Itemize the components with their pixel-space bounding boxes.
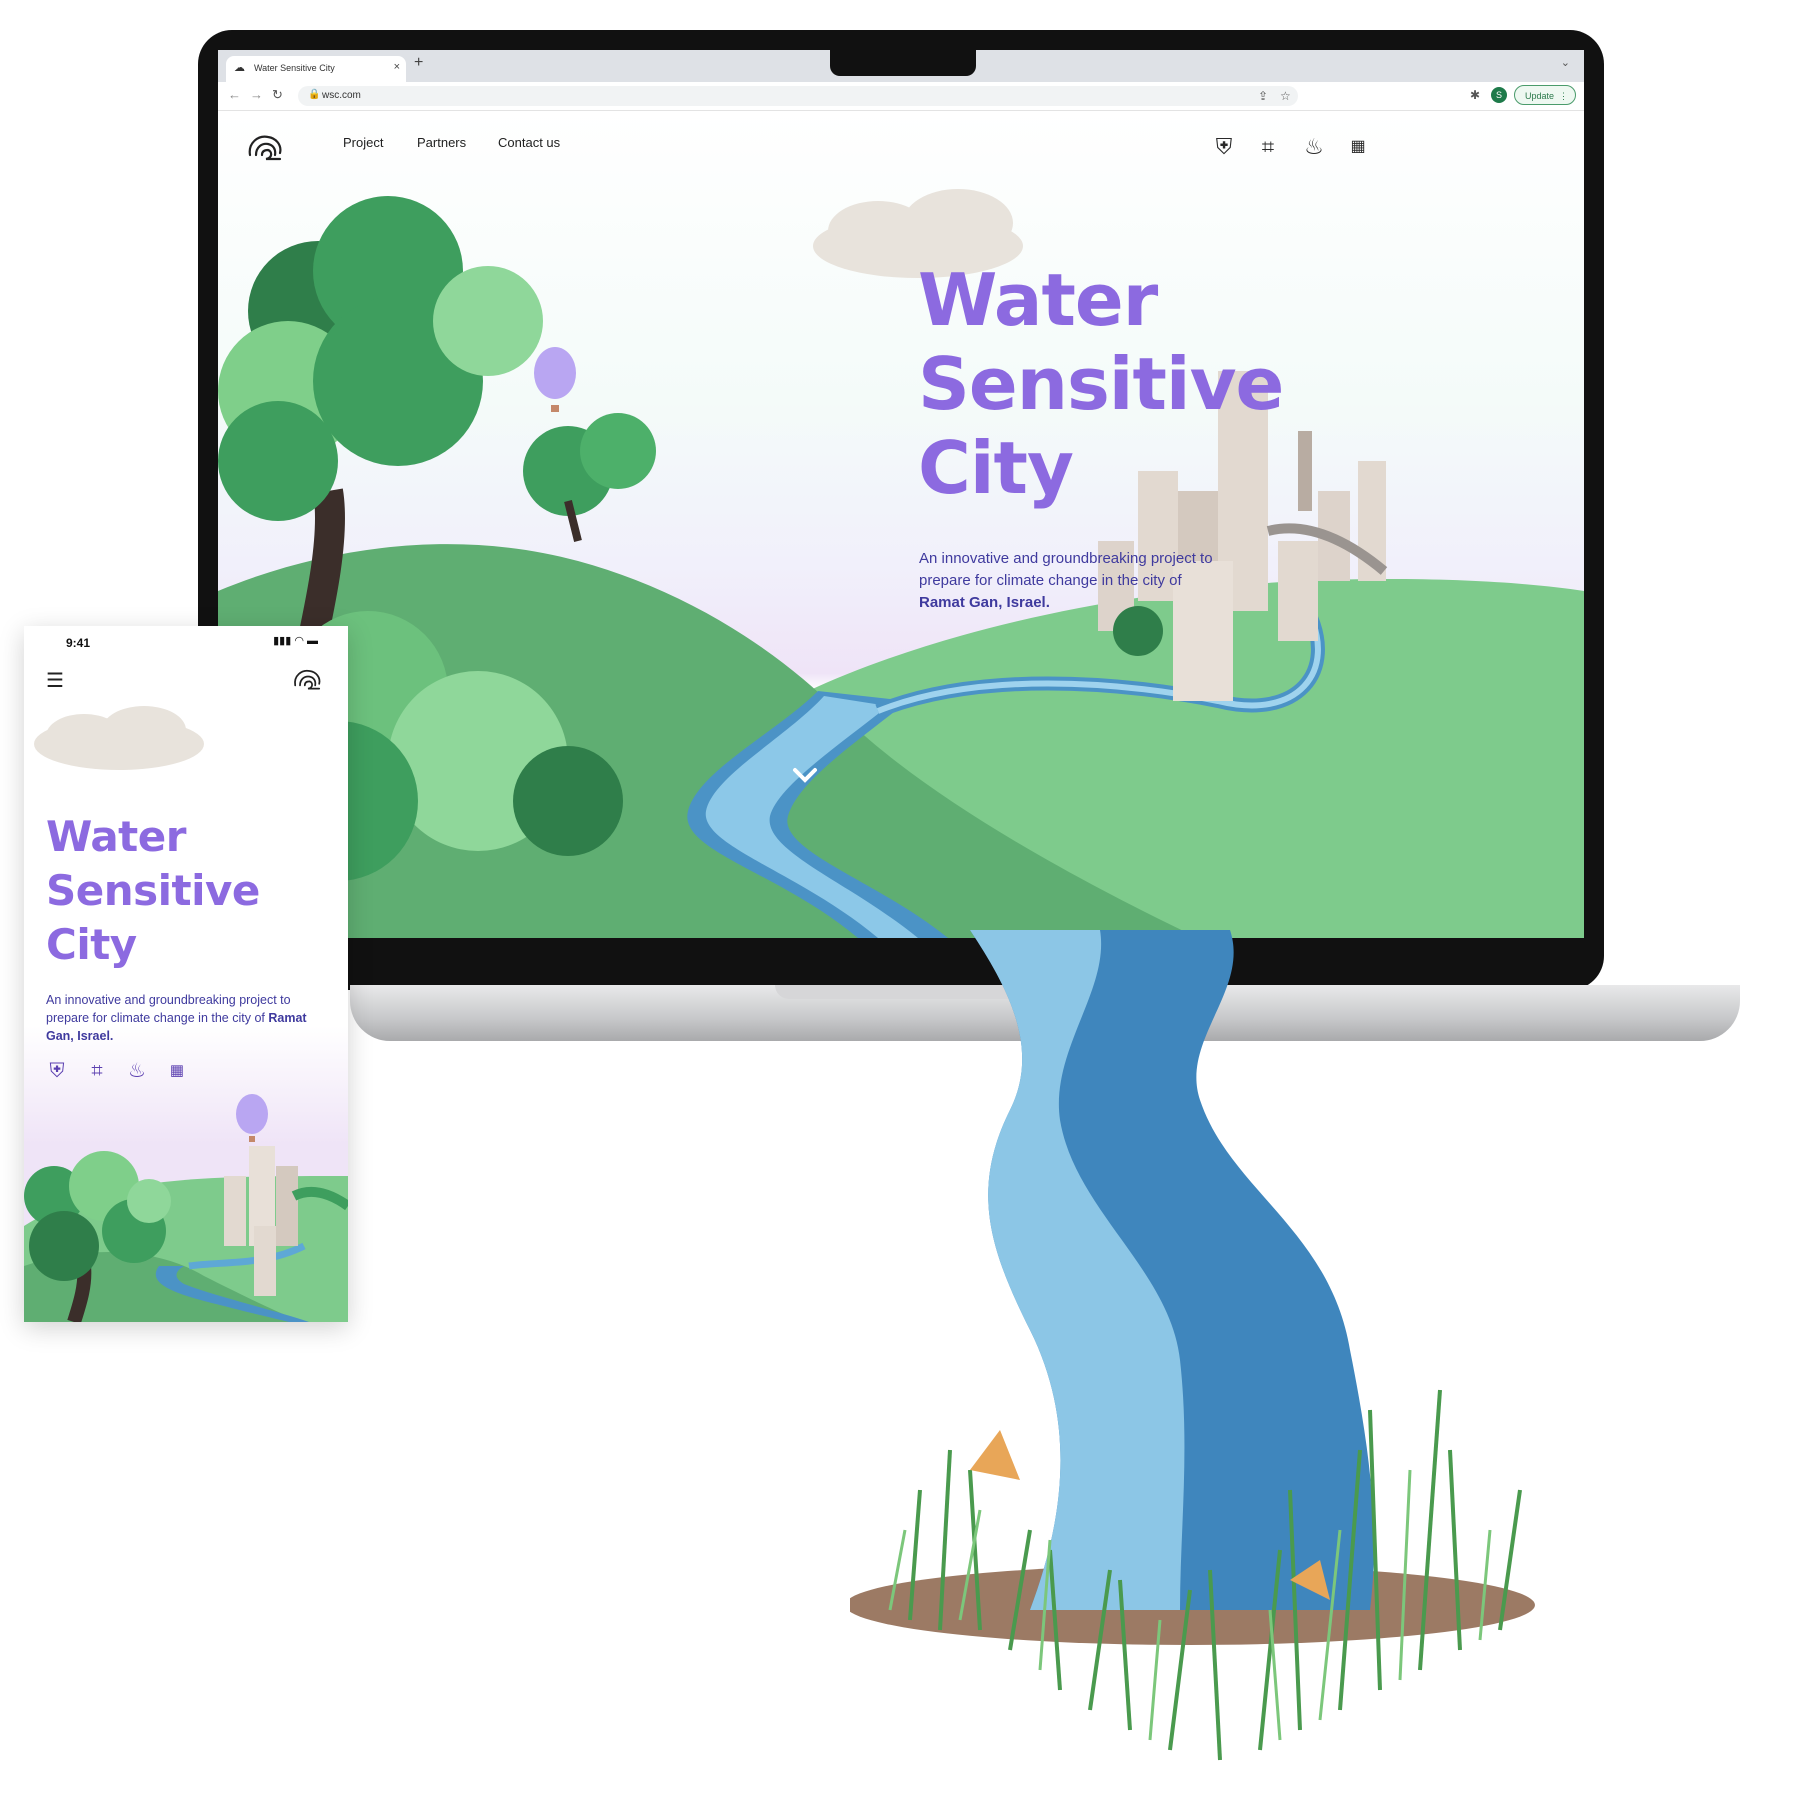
phone-title-line: City — [46, 920, 137, 969]
forward-arrow-icon[interactable]: → — [250, 87, 263, 102]
phone-subtitle-text: An innovative and groundbreaking project… — [46, 993, 291, 1025]
tab-search-chevron-icon[interactable]: ⌄ — [1561, 56, 1570, 69]
new-tab-button[interactable]: + — [414, 54, 423, 72]
tab-title: Water Sensitive City — [254, 63, 335, 73]
grid-knot-partner-icon[interactable]: ⌗ — [84, 1058, 110, 1084]
nav-project[interactable]: Project — [343, 135, 383, 150]
ramat-gan-emblem-icon[interactable]: ⛨ — [44, 1058, 70, 1084]
update-button[interactable]: Update ⋮ — [1514, 85, 1576, 105]
extensions-puzzle-icon[interactable]: ✱ — [1470, 88, 1480, 102]
reload-icon[interactable]: ↻ — [272, 87, 283, 103]
back-arrow-icon[interactable]: ← — [228, 87, 241, 102]
profile-avatar[interactable]: S — [1491, 87, 1507, 103]
address-bar[interactable]: 🔒 wsc.com ⇪ ☆ — [298, 86, 1298, 106]
nav-partners[interactable]: Partners — [417, 135, 466, 150]
website-hero: Project Partners Contact us ⛨ ⌗ ♨ ▦ Wate… — [218, 111, 1584, 938]
hebrew-wordmark-partner-icon[interactable]: ▦ — [164, 1058, 190, 1084]
hero-title-line: City — [918, 426, 1074, 510]
lock-icon: 🔒 — [308, 89, 321, 100]
update-menu-icon: ⋮ — [1559, 91, 1568, 101]
browser-toolbar: ← → ↻ 🔒 wsc.com ⇪ ☆ ✱ S Update ⋮ — [218, 82, 1584, 111]
site-logo-icon[interactable] — [246, 131, 286, 163]
hero-subtitle: An innovative and groundbreaking project… — [919, 548, 1219, 614]
phone-title-line: Water — [46, 812, 186, 861]
favicon-icon: ☁ — [234, 62, 245, 74]
url-text: wsc.com — [322, 90, 361, 101]
share-icon[interactable]: ⇪ — [1258, 89, 1268, 103]
grid-knot-partner-icon[interactable]: ⌗ — [1254, 133, 1282, 161]
hero-subtitle-place: Ramat Gan, Israel. — [919, 594, 1050, 611]
nav-contact-us[interactable]: Contact us — [498, 135, 560, 150]
hamburger-menu-icon[interactable]: ☰ — [46, 668, 64, 693]
river-illustration — [850, 930, 1535, 1761]
phone-hero-subtitle: An innovative and groundbreaking project… — [46, 991, 316, 1045]
update-button-label: Update — [1525, 91, 1555, 101]
hero-title-line: Water — [918, 258, 1158, 342]
phone-mockup: 9:41 ▮▮▮ ◠ ▬ ☰ Water Sensitive City An i… — [24, 626, 348, 1322]
hero-subtitle-text: An innovative and groundbreaking project… — [919, 550, 1213, 589]
laptop-screen: ☁ Water Sensitive City × + ⌄ ← → ↻ 🔒 wsc… — [218, 50, 1584, 938]
hero-title: Water Sensitive City — [918, 258, 1284, 510]
droplet-cycle-partner-icon[interactable]: ♨ — [124, 1058, 150, 1084]
status-time: 9:41 — [66, 636, 91, 650]
phone-logo-icon[interactable] — [292, 666, 324, 692]
browser-tab[interactable]: ☁ Water Sensitive City × — [226, 56, 406, 82]
phone-title-line: Sensitive — [46, 866, 260, 915]
ramat-gan-emblem-icon[interactable]: ⛨ — [1210, 133, 1238, 161]
droplet-cycle-partner-icon[interactable]: ♨ — [1300, 133, 1328, 161]
hero-title-line: Sensitive — [918, 342, 1284, 426]
bookmark-star-icon[interactable]: ☆ — [1280, 89, 1291, 103]
status-icons: ▮▮▮ ◠ ▬ — [273, 635, 318, 647]
phone-hero-title: Water Sensitive City — [46, 810, 260, 972]
camera-notch — [830, 50, 976, 76]
tab-close-icon[interactable]: × — [394, 61, 400, 73]
hero-illustration — [218, 189, 1584, 938]
hebrew-wordmark-partner-icon[interactable]: ▦ — [1344, 133, 1372, 161]
